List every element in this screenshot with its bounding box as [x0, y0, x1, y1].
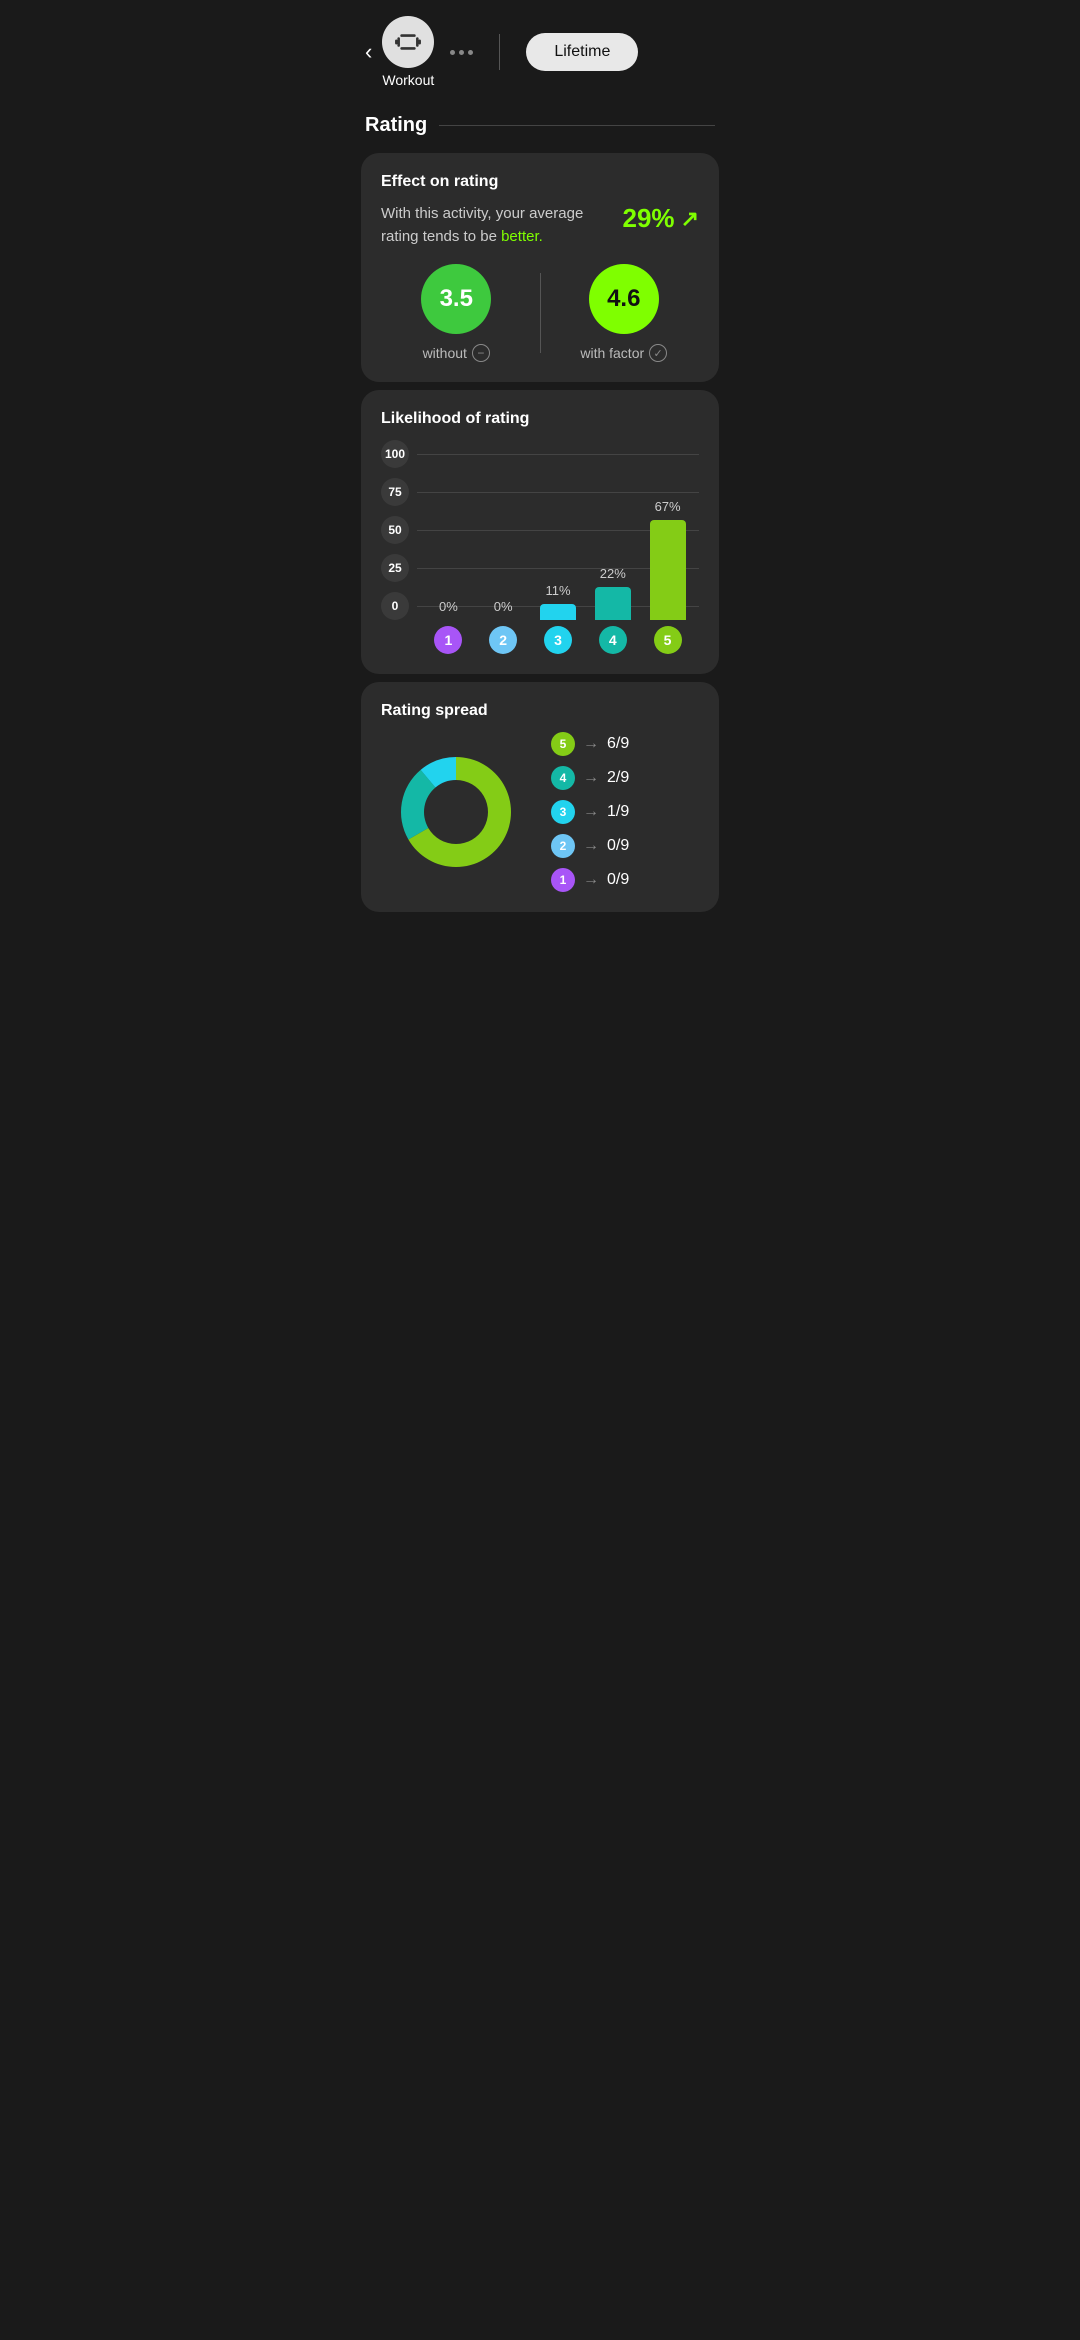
legend-value-1: 0/9 — [607, 871, 629, 889]
dot-2 — [459, 50, 464, 55]
bar-pct-5: 67% — [655, 499, 681, 514]
x-label-1: 1 — [421, 626, 476, 654]
with-value: 4.6 — [607, 285, 640, 313]
bar-pct-3: 11% — [545, 583, 570, 598]
header-center: Workout Lifetime — [382, 16, 715, 88]
effect-better-word: better. — [501, 228, 543, 245]
grid-label-25: 25 — [381, 554, 409, 582]
section-divider — [439, 125, 715, 126]
bar-4 — [595, 587, 631, 620]
dumbbell-icon — [394, 28, 422, 56]
legend-value-2: 0/9 — [607, 837, 629, 855]
more-dots[interactable] — [450, 50, 473, 55]
bars-container: 0% 0% 11% 22% 67% — [417, 460, 699, 620]
rating-compare: 3.5 without − 4.6 with factor ✓ — [381, 264, 699, 362]
x-label-3: 3 — [531, 626, 586, 654]
header: ‹ Workout Lifetime — [345, 0, 735, 98]
legend-arrow-4: → — [583, 769, 599, 787]
spread-content: 5 → 6/9 4 → 2/9 3 → 1/9 2 → 0/9 1 → 0/9 — [381, 732, 699, 892]
with-circle: 4.6 — [589, 264, 659, 334]
grid-hr-100 — [417, 454, 699, 455]
workout-col: Workout — [382, 16, 434, 88]
donut-center — [426, 782, 486, 842]
legend-arrow-1: → — [583, 871, 599, 889]
x-circle-4: 4 — [599, 626, 627, 654]
lifetime-button[interactable]: Lifetime — [526, 33, 638, 71]
x-label-5: 5 — [640, 626, 695, 654]
bar-pct-4: 22% — [600, 566, 626, 581]
minus-icon: − — [472, 344, 490, 362]
effect-row: With this activity, your average rating … — [381, 203, 699, 248]
legend-arrow-2: → — [583, 837, 599, 855]
rating-title: Rating — [365, 114, 427, 137]
check-icon: ✓ — [649, 344, 667, 362]
x-circle-3: 3 — [544, 626, 572, 654]
legend-value-4: 2/9 — [607, 769, 629, 787]
legend-value-5: 6/9 — [607, 735, 629, 753]
legend-dot-5: 5 — [551, 732, 575, 756]
effect-description: With this activity, your average rating … — [381, 203, 623, 248]
grid-label-0: 0 — [381, 592, 409, 620]
likelihood-title: Likelihood of rating — [381, 410, 699, 428]
bar-pct-2: 0% — [494, 599, 513, 614]
legend-row-5: 5 → 6/9 — [551, 732, 699, 756]
bar-col-5: 67% — [640, 499, 695, 621]
without-value: 3.5 — [440, 285, 473, 313]
x-label-2: 2 — [476, 626, 531, 654]
trend-up-icon: ↗ — [681, 206, 699, 232]
spread-card: Rating spread 5 → 6/9 4 → 2/9 3 → 1/9 2 → 0/9 1 → 0/9 — [361, 682, 719, 912]
without-label: without − — [423, 344, 490, 362]
legend-arrow-5: → — [583, 735, 599, 753]
bar-3 — [540, 604, 576, 621]
percent-value: 29% — [623, 203, 675, 234]
legend-row-1: 1 → 0/9 — [551, 868, 699, 892]
grid-label-100: 100 — [381, 440, 409, 468]
grid-label-75: 75 — [381, 478, 409, 506]
legend-list: 5 → 6/9 4 → 2/9 3 → 1/9 2 → 0/9 1 → 0/9 — [551, 732, 699, 892]
chart-area: 100 75 50 25 0 0%0%11%22%67% — [381, 440, 699, 654]
x-circle-5: 5 — [654, 626, 682, 654]
back-button[interactable]: ‹ — [365, 39, 372, 65]
workout-icon[interactable] — [382, 16, 434, 68]
bar-col-4: 22% — [585, 566, 640, 620]
with-label: with factor ✓ — [580, 344, 667, 362]
dot-1 — [450, 50, 455, 55]
x-circle-2: 2 — [489, 626, 517, 654]
legend-dot-3: 3 — [551, 800, 575, 824]
likelihood-card: Likelihood of rating 100 75 50 25 0 — [361, 390, 719, 674]
bar-col-2: 0% — [476, 599, 531, 620]
legend-row-3: 3 → 1/9 — [551, 800, 699, 824]
dot-3 — [468, 50, 473, 55]
x-labels: 12345 — [417, 626, 699, 654]
legend-row-2: 2 → 0/9 — [551, 834, 699, 858]
with-item: 4.6 with factor ✓ — [549, 264, 700, 362]
x-circle-1: 1 — [434, 626, 462, 654]
legend-value-3: 1/9 — [607, 803, 629, 821]
legend-dot-2: 2 — [551, 834, 575, 858]
percent-badge: 29% ↗ — [623, 203, 699, 234]
bar-col-1: 0% — [421, 599, 476, 620]
legend-dot-4: 4 — [551, 766, 575, 790]
without-item: 3.5 without − — [381, 264, 532, 362]
grid-label-50: 50 — [381, 516, 409, 544]
donut-svg — [381, 737, 531, 887]
x-label-4: 4 — [585, 626, 640, 654]
bar-col-3: 11% — [531, 583, 586, 621]
compare-divider — [540, 273, 541, 353]
effect-desc-start: With this activity, your average rating … — [381, 205, 583, 245]
workout-label: Workout — [382, 72, 434, 88]
without-circle: 3.5 — [421, 264, 491, 334]
spread-title: Rating spread — [381, 702, 699, 720]
effect-card: Effect on rating With this activity, you… — [361, 153, 719, 382]
header-divider — [499, 34, 500, 70]
donut-chart — [381, 737, 531, 887]
legend-row-4: 4 → 2/9 — [551, 766, 699, 790]
rating-section-header: Rating — [345, 98, 735, 145]
legend-arrow-3: → — [583, 803, 599, 821]
effect-card-title: Effect on rating — [381, 173, 699, 191]
legend-dot-1: 1 — [551, 868, 575, 892]
bar-5 — [650, 520, 686, 621]
bar-pct-1: 0% — [439, 599, 458, 614]
